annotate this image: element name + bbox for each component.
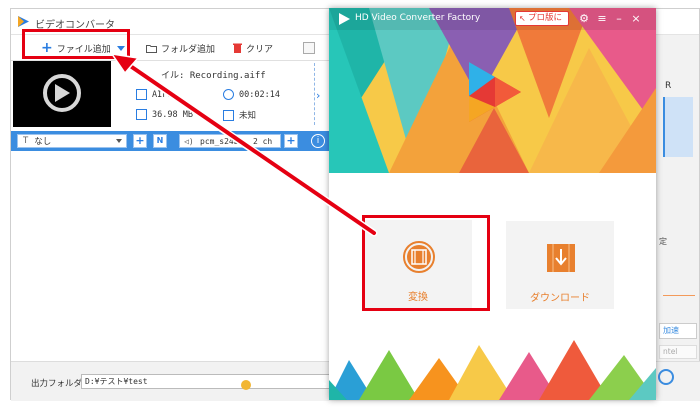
key-icon: ↖ bbox=[519, 14, 526, 23]
resolution-icon bbox=[223, 109, 234, 121]
file-row[interactable]: イル: Recording.aiff AIFF 00:02:14 36.98 M… bbox=[11, 61, 331, 131]
menu-icon[interactable]: ≡ bbox=[595, 12, 609, 25]
chevron-down-icon bbox=[116, 139, 122, 143]
add-folder-button[interactable]: フォルダ追加 bbox=[146, 39, 215, 57]
trash-icon bbox=[233, 43, 242, 53]
download-label: ダウンロード bbox=[530, 293, 590, 304]
file-list-area bbox=[11, 151, 331, 361]
file-row-divider bbox=[314, 63, 315, 125]
add-subtitle-button[interactable]: + bbox=[133, 134, 147, 148]
file-format: AIFF bbox=[136, 89, 172, 100]
clear-button[interactable]: クリア bbox=[233, 39, 273, 57]
hd-logo-icon bbox=[339, 13, 350, 25]
chevron-right-icon[interactable]: › bbox=[316, 89, 320, 102]
audio-track-value: pcm_s24be, 2 ch bbox=[200, 136, 273, 146]
footer-triangles bbox=[329, 340, 656, 400]
file-size: 36.98 MB bbox=[136, 109, 193, 120]
convert-highlight bbox=[362, 215, 490, 311]
file-resolution-value: 未知 bbox=[239, 111, 257, 121]
hd-titlebar: HD Video Converter Factory ↖ プロ版に ⚙ ≡ – … bbox=[329, 8, 656, 30]
file-duration: 00:02:14 bbox=[223, 89, 280, 100]
settings-panel-partial: R 定 加速 ntel bbox=[657, 61, 700, 361]
progress-line bbox=[663, 295, 695, 296]
add-audio-button[interactable]: + bbox=[284, 134, 298, 148]
setting-partial: 定 bbox=[659, 237, 667, 246]
toolbar-square-icon[interactable] bbox=[303, 42, 315, 54]
format-preview[interactable] bbox=[663, 97, 693, 157]
format-icon bbox=[136, 89, 147, 100]
subtitle-select[interactable]: T なし bbox=[17, 134, 127, 148]
alarm-clock-icon[interactable] bbox=[658, 369, 674, 385]
app-logo-icon bbox=[18, 16, 29, 27]
wonderfox-brand: WonderFox Soft bbox=[254, 381, 326, 390]
upgrade-pro-label: プロ版に bbox=[528, 13, 563, 23]
download-icon bbox=[547, 244, 575, 272]
subtitle-edit-icon[interactable]: N bbox=[153, 134, 167, 148]
clear-label: クリア bbox=[246, 44, 274, 55]
audio-track-select[interactable]: ◁) pcm_s24be, 2 ch bbox=[179, 134, 281, 148]
file-format-value: AIFF bbox=[152, 89, 173, 100]
clock-icon bbox=[223, 89, 234, 100]
add-file-highlight bbox=[22, 29, 130, 59]
wonderfox-logo-icon bbox=[241, 380, 251, 390]
panel-r-letter: R bbox=[665, 81, 672, 91]
hd-title: HD Video Converter Factory bbox=[355, 13, 481, 23]
speaker-icon: ◁) bbox=[184, 137, 194, 146]
acceleration-button[interactable]: 加速 bbox=[659, 323, 697, 339]
size-icon bbox=[136, 109, 147, 120]
upgrade-pro-button[interactable]: ↖ プロ版に bbox=[515, 11, 569, 26]
close-icon[interactable]: × bbox=[629, 12, 643, 25]
info-icon[interactable]: i bbox=[311, 134, 325, 148]
settings-gear-icon[interactable]: ⚙ bbox=[577, 12, 591, 25]
subtitle-value: なし bbox=[34, 137, 52, 147]
play-icon bbox=[55, 84, 70, 102]
file-size-value: 36.98 MB bbox=[152, 109, 193, 120]
file-thumbnail[interactable] bbox=[13, 61, 111, 127]
download-card[interactable]: ダウンロード bbox=[506, 221, 614, 309]
file-resolution: 未知 bbox=[223, 109, 256, 121]
app-hero-logo-icon bbox=[469, 62, 521, 122]
file-duration-value: 00:02:14 bbox=[239, 89, 280, 100]
options-bar: T なし + N ◁) pcm_s24be, 2 ch + i bbox=[11, 131, 331, 151]
text-icon: T bbox=[23, 136, 29, 146]
folder-icon bbox=[146, 44, 157, 53]
minimize-icon[interactable]: – bbox=[612, 12, 626, 25]
hd-video-converter-window: HD Video Converter Factory ↖ プロ版に ⚙ ≡ – … bbox=[329, 8, 656, 400]
add-folder-label: フォルダ追加 bbox=[161, 44, 216, 55]
file-name: イル: Recording.aiff bbox=[161, 71, 266, 81]
intel-option[interactable]: ntel bbox=[659, 345, 697, 359]
